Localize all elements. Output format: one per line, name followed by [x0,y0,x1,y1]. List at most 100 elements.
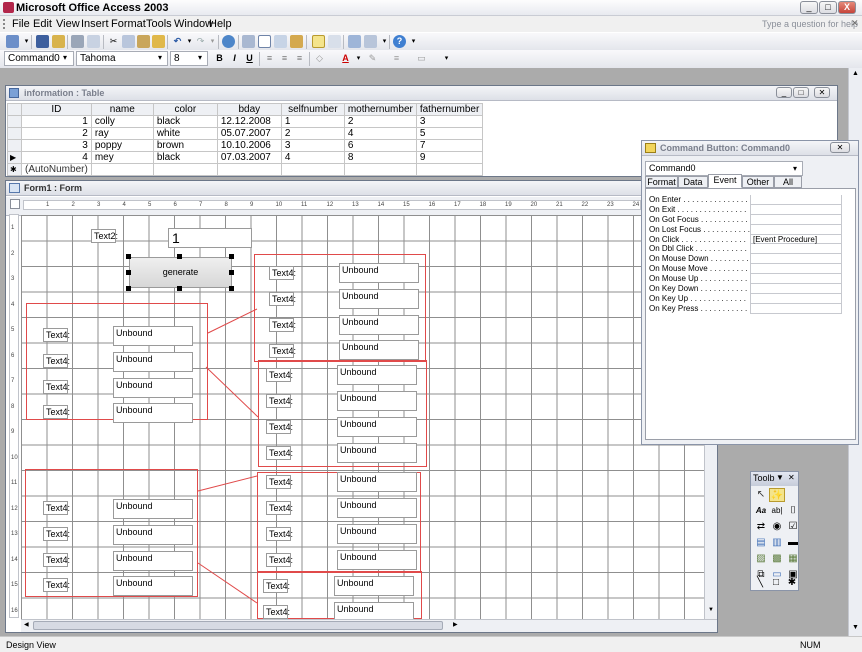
line-width-icon[interactable]: ≡ [390,52,403,65]
text4-label[interactable]: Text4: [269,344,296,358]
select-objects-icon[interactable]: ↖ [753,488,769,502]
property-value-field[interactable] [750,293,842,304]
line-icon[interactable]: ╲ [752,577,768,589]
tab-all[interactable]: All [774,176,802,188]
option-button-icon[interactable]: ◉ [769,520,785,534]
restore-button[interactable]: □ [819,1,837,14]
table-row[interactable]: 2 ray white 05.07.2007 2 4 5 [7,127,484,140]
current-record-marker[interactable]: ▶ [7,151,22,164]
unbound-field[interactable]: Unbound [113,551,193,571]
property-value-field[interactable] [750,195,842,205]
menu-tools[interactable]: Tools [146,18,172,30]
cell-selfnumber[interactable]: 4 [280,151,345,164]
toolbar-options-icon[interactable]: ▾ [407,35,420,48]
text4-label[interactable]: Text4: [266,553,293,567]
bound-object-frame-icon[interactable]: ▦ [785,552,801,566]
text4-label[interactable]: Text4: [263,605,290,619]
row-selector[interactable] [7,127,22,140]
cell-selfnumber[interactable]: 3 [280,139,345,152]
property-value-field[interactable] [750,303,842,314]
control-wizards-icon[interactable]: ✨ [769,488,785,502]
cell-selfnumber[interactable]: 2 [280,127,345,140]
format-painter-icon[interactable] [152,35,165,48]
menu-edit[interactable]: Edit [33,18,52,30]
form-horizontal-scrollbar[interactable]: ◀ ▶ [21,619,717,632]
close-icon[interactable]: ✕ [788,473,795,482]
cell-fathernumber[interactable]: 5 [415,127,484,140]
row-selector[interactable] [7,139,22,152]
property-value-field[interactable] [750,224,842,235]
cell-name[interactable]: colly [90,115,154,128]
unbound-field[interactable]: Unbound [113,326,193,346]
cell-empty[interactable] [152,163,218,176]
view-icon[interactable] [6,35,19,48]
row-selector[interactable] [7,115,22,128]
cell-empty[interactable] [415,163,484,176]
font-size-selector[interactable]: 8 [170,51,208,66]
rectangle-icon[interactable]: □ [768,577,784,589]
cell-empty[interactable] [343,163,417,176]
text4-label[interactable]: Text4: [266,368,293,382]
column-header-mothernumber[interactable]: mothernumber [343,103,417,116]
field-list-icon[interactable] [242,35,255,48]
unbound-field[interactable]: Unbound [339,263,419,283]
property-sheet-close-button[interactable]: ✕ [830,142,850,153]
close-button[interactable]: X [838,1,856,14]
chevron-down-icon[interactable]: ▾ [198,53,202,62]
print-icon[interactable] [71,35,84,48]
text4-label[interactable]: Text4: [43,380,70,394]
menu-format[interactable]: Format [111,18,146,30]
text4-label[interactable]: Text4: [43,578,70,592]
cell-fathernumber[interactable]: 9 [415,151,484,164]
chevron-down-icon[interactable]: ▾ [158,53,162,62]
scroll-up-icon[interactable]: ▲ [852,70,859,77]
toolbar-options-icon[interactable]: ▾ [440,52,453,65]
unbound-field[interactable]: Unbound [334,576,414,596]
new-record-marker[interactable]: ✱ [7,163,22,176]
cell-id[interactable]: 2 [21,127,92,140]
unbound-field[interactable]: Unbound [113,403,193,423]
text4-label[interactable]: Text4: [269,318,296,332]
align-left-icon[interactable]: ≡ [263,52,276,65]
unbound-object-frame-icon[interactable]: ▩ [769,552,785,566]
cell-id[interactable]: 1 [21,115,92,128]
cell-id[interactable]: 3 [21,139,92,152]
text4-label[interactable]: Text4: [269,292,296,306]
menu-insert[interactable]: Insert [81,18,109,30]
text4-label[interactable]: Text4: [266,446,293,460]
row-selector-header[interactable] [7,103,22,116]
cell-fathernumber[interactable]: 3 [415,115,484,128]
unbound-field[interactable]: Unbound [113,525,193,545]
help-search-input[interactable]: Type a question for help [762,19,858,29]
table-restore-button[interactable]: □ [793,87,809,98]
unbound-field[interactable]: Unbound [337,498,417,518]
toolbox-icon[interactable] [258,35,271,48]
scroll-thumb[interactable] [33,621,443,630]
unbound-field[interactable]: Unbound [113,499,193,519]
cell-name[interactable]: ray [90,127,154,140]
text4-label[interactable]: Text4: [43,501,70,515]
column-header-selfnumber[interactable]: selfnumber [280,103,345,116]
cell-color[interactable]: black [152,115,218,128]
fill-color-icon[interactable]: ◇ [313,52,326,65]
align-center-icon[interactable]: ≡ [278,52,291,65]
text4-label[interactable]: Text4: [266,394,293,408]
unbound-field[interactable]: Unbound [339,340,419,360]
unbound-field[interactable]: Unbound [339,289,419,309]
paste-icon[interactable] [137,35,150,48]
minimize-button[interactable]: _ [800,1,818,14]
italic-button[interactable]: I [228,52,241,65]
tab-data[interactable]: Data [678,176,708,188]
list-box-icon[interactable]: ▥ [769,536,785,550]
property-value-field[interactable] [750,284,842,294]
properties-icon[interactable] [312,35,325,48]
autoformat-icon[interactable] [274,35,287,48]
scroll-down-icon[interactable]: ▼ [852,624,859,631]
font-selector[interactable]: Tahoma [76,51,168,66]
cell-color[interactable]: white [152,127,218,140]
combo-box-icon[interactable]: ▤ [753,536,769,550]
close-doc-icon[interactable]: ✕ [851,18,859,29]
scroll-left-icon[interactable]: ◀ [24,621,29,628]
search-icon[interactable] [52,35,65,48]
cell-id[interactable]: 4 [21,151,92,164]
